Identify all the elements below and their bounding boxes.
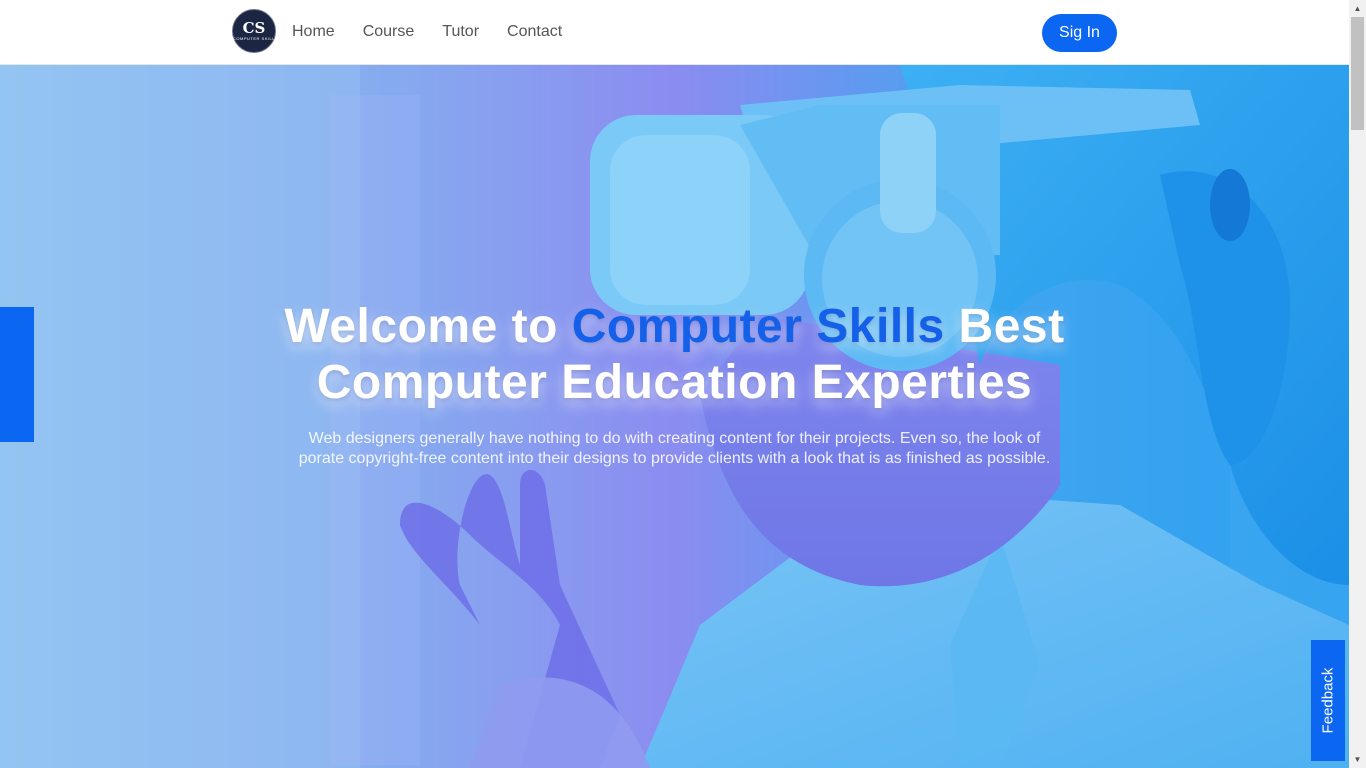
main-nav: Home Course Tutor Contact: [292, 22, 590, 42]
feedback-label: Feedback: [1319, 667, 1337, 734]
hero-content: Welcome to Computer Skills Best Computer…: [0, 299, 1349, 469]
sign-in-button[interactable]: Sig In: [1042, 14, 1117, 52]
vertical-scrollbar[interactable]: ▲ ▼: [1349, 0, 1366, 768]
logo-mark: CS: [242, 19, 266, 37]
scroll-down-arrow-icon[interactable]: ▼: [1349, 751, 1366, 768]
hero-title-best: Best: [944, 300, 1065, 353]
hero-title-accent: Computer Skills: [571, 300, 945, 353]
hero-title: Welcome to Computer Skills Best Computer…: [0, 299, 1349, 411]
hero-subtitle: Web designers generally have nothing to …: [265, 429, 1085, 469]
hero-subtitle-line1: Web designers generally have nothing to …: [308, 430, 1041, 447]
nav-home-link[interactable]: Home: [292, 22, 335, 42]
side-panel-tab[interactable]: [0, 307, 34, 442]
site-logo[interactable]: CS COMPUTER SKILL: [232, 9, 276, 53]
feedback-button[interactable]: Feedback: [1311, 640, 1345, 761]
nav-tutor-link[interactable]: Tutor: [442, 22, 479, 42]
hero-title-welcome: Welcome to: [284, 300, 572, 353]
page: CS COMPUTER SKILL Home Course Tutor Cont…: [0, 0, 1366, 768]
hero-subtitle-line2: porate copyright-free content into their…: [298, 450, 1051, 467]
nav-contact-link[interactable]: Contact: [507, 22, 562, 42]
nav-course-link[interactable]: Course: [363, 22, 415, 42]
hero-title-line2: Computer Education Experties: [316, 356, 1033, 409]
logo-subtitle: COMPUTER SKILL: [233, 36, 275, 41]
navbar: CS COMPUTER SKILL Home Course Tutor Cont…: [0, 0, 1349, 65]
hero-banner: Welcome to Computer Skills Best Computer…: [0, 65, 1349, 768]
scrollbar-thumb[interactable]: [1351, 17, 1364, 130]
scroll-up-arrow-icon[interactable]: ▲: [1349, 0, 1366, 17]
